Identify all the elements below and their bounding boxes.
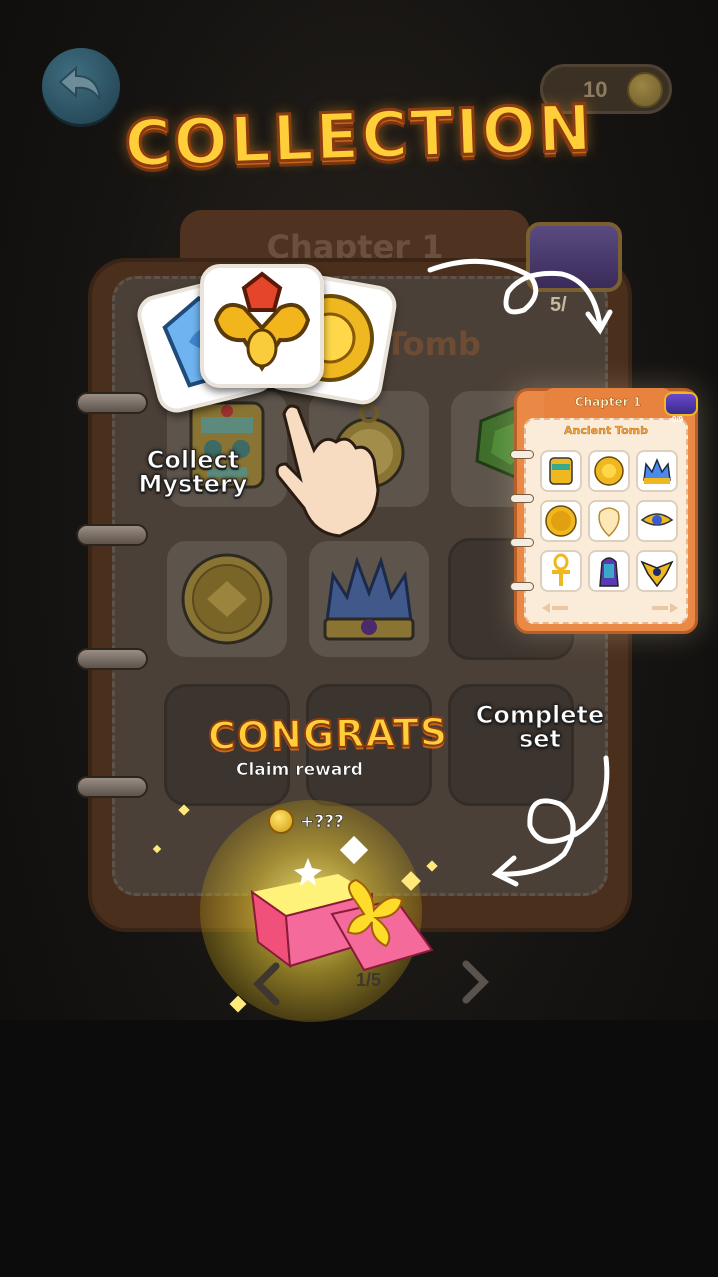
mystery-card-scarab[interactable] [200, 264, 324, 388]
tap-hand-icon [275, 404, 380, 538]
mini-slot [540, 500, 582, 542]
mini-slot [636, 550, 678, 592]
page-indicator: 1/5 [356, 970, 382, 990]
mini-slot [540, 550, 582, 592]
mini-next-arrow-icon [652, 603, 678, 613]
pearl-shell-icon [598, 507, 620, 538]
mini-ring [510, 582, 534, 591]
curved-arrow-icon [491, 755, 610, 887]
complete-label-line1: Complete [475, 701, 605, 729]
gold-coin-icon [545, 505, 577, 537]
binder-ring [76, 524, 148, 546]
mini-progress: 9/9 [672, 415, 684, 424]
collect-label-line1: Collect [146, 446, 240, 474]
floor-shadow [0, 1020, 718, 1277]
collect-label-line2: Mystery [138, 470, 248, 498]
complete-label-line2: set [518, 725, 562, 753]
mini-chapter-tab: Chapter 1 [544, 388, 672, 418]
prev-page-arrow-icon[interactable] [250, 962, 284, 1006]
game-screen: 10 COLLECTION Chapter 1 Tomb 5/ Collect … [0, 0, 718, 1277]
reward-amount-text: +??? [300, 812, 344, 833]
winged-amulet-icon [640, 560, 674, 588]
binder-ring [76, 776, 148, 798]
mini-slot [588, 550, 630, 592]
binder-ring [76, 392, 148, 414]
curved-arrow-icon [427, 258, 613, 335]
mini-slot [636, 500, 678, 542]
mini-section-title: Ancient Tomb [564, 424, 648, 437]
mini-ring [510, 450, 534, 459]
card-slot[interactable] [306, 538, 432, 660]
mini-slot [588, 450, 630, 492]
mini-chapter-title: Chapter 1 [574, 395, 642, 409]
blue-crown-icon [643, 458, 671, 484]
blue-crown-icon [323, 556, 415, 641]
gift-box-icon[interactable] [246, 838, 436, 978]
back-arrow-icon [58, 65, 101, 101]
mini-slot [588, 500, 630, 542]
scarab-icon [213, 271, 311, 372]
sun-medallion-icon [594, 456, 624, 486]
mini-ring [510, 494, 534, 503]
tiki-mask-icon [549, 457, 573, 485]
pharaoh-icon [599, 557, 619, 587]
next-page-arrow-icon[interactable] [458, 960, 492, 1004]
mini-ring [510, 538, 534, 547]
ankh-icon [552, 553, 570, 586]
claim-reward-label: Claim reward [236, 760, 363, 781]
gold-coin-icon [181, 553, 273, 645]
collect-label: Collect Mystery [128, 446, 258, 498]
coin-icon [268, 808, 294, 834]
card-slot[interactable] [164, 538, 290, 660]
complete-set-label: Complete set [466, 701, 614, 753]
eye-of-horus-icon [640, 513, 674, 526]
mini-prev-arrow-icon [542, 603, 568, 613]
mini-slot [540, 450, 582, 492]
mini-slot [636, 450, 678, 492]
mini-chest-icon [664, 392, 698, 416]
congrats-title: CONGRATS [207, 709, 450, 759]
binder-ring [76, 648, 148, 670]
